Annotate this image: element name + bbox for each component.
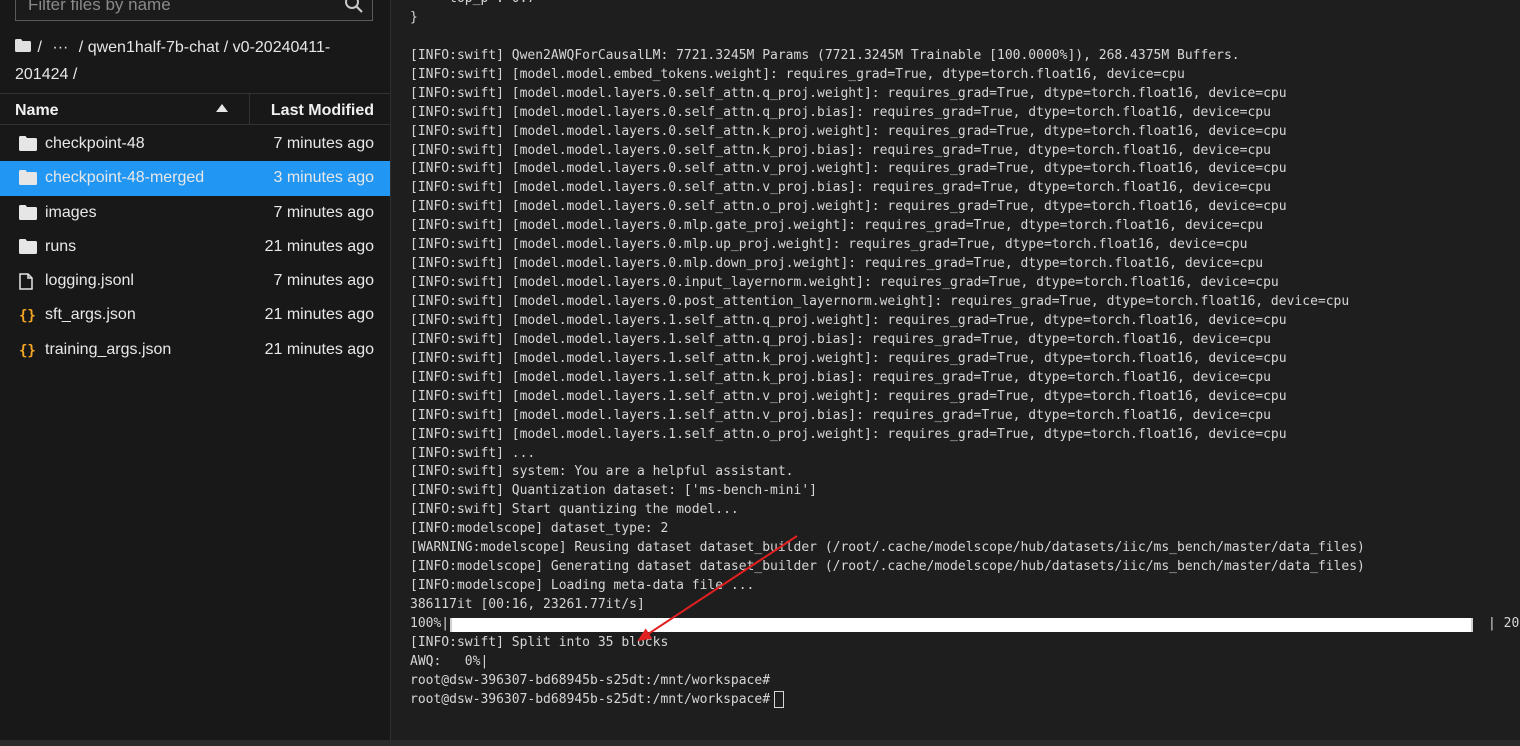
file-row[interactable]: checkpoint-48 7 minutes ago xyxy=(0,127,390,161)
terminal-line: root@dsw-396307-bd68945b-s25dt:/mnt/work… xyxy=(410,672,1365,691)
progress-total: | 2000 xyxy=(1488,615,1520,631)
file-row[interactable]: runs 21 minutes ago xyxy=(0,230,390,264)
terminal-line: [INFO:swift] [model.model.layers.0.self_… xyxy=(410,180,1271,196)
terminal-line-text: [INFO:swift] Split into 35 blocks xyxy=(410,634,669,650)
terminal-line: [INFO:swift] [model.model.layers.0.self_… xyxy=(410,123,1287,139)
terminal-line: [INFO:swift] [model.model.layers.1.self_… xyxy=(410,331,1271,347)
terminal-line: [INFO:swift] [model.model.layers.0.post_… xyxy=(410,294,1350,309)
file-name: sft_args.json xyxy=(45,306,136,324)
terminal-cursor xyxy=(774,690,785,708)
file-row[interactable]: checkpoint-48-merged 3 minutes ago xyxy=(0,161,390,196)
terminal-line: [INFO:swift] Start quantizing the model.… xyxy=(410,502,739,518)
terminal-line: [INFO:swift] [model.model.layers.0.input… xyxy=(410,275,1279,291)
terminal-line: [INFO:swift] [model.model.layers.0.self_… xyxy=(410,85,1287,101)
file-name: training_args.json xyxy=(45,340,172,358)
terminal-line: [INFO:swift] [model.model.layers.0.self_… xyxy=(410,199,1287,215)
terminal-line: [INFO:swift] [model.model.layers.0.self_… xyxy=(410,161,1287,177)
progress-bar xyxy=(450,617,1473,632)
terminal-line: [INFO:modelscope] Generating dataset dat… xyxy=(410,559,1365,575)
terminal-line: [INFO:swift] Split into 35 blocks xyxy=(410,634,1365,653)
file-modified: 21 minutes ago xyxy=(264,237,374,255)
terminal-line: [INFO:swift] [model.model.layers.1.self_… xyxy=(410,407,1271,423)
file-modified: 7 minutes ago xyxy=(273,135,374,152)
file-row[interactable]: logging.jsonl 7 minutes ago xyxy=(0,264,390,298)
folder-icon xyxy=(19,238,37,255)
terminal-line: 386117it [00:16, 23261.77it/s] xyxy=(410,597,645,612)
breadcrumb: / ··· / qwen1half-7b-chat / v0-20240411-… xyxy=(15,34,375,88)
file-modified: 7 minutes ago xyxy=(273,203,374,221)
terminal-panel[interactable]: "top_p": 0.7} [INFO:swift] Qwen2AWQForCau… xyxy=(391,0,1520,746)
column-header-last-modified[interactable]: Last Modified xyxy=(271,102,374,120)
terminal-line: [INFO:swift] ... xyxy=(410,445,536,461)
json-file-icon: {} xyxy=(19,307,37,324)
terminal-line: [INFO:swift] [model.model.layers.1.self_… xyxy=(410,426,1287,442)
terminal-line: [INFO:swift] [model.model.layers.0.self_… xyxy=(410,104,1271,120)
terminal-line-text: root@dsw-396307-bd68945b-s25dt:/mnt/work… xyxy=(410,672,771,688)
folder-icon xyxy=(19,204,37,221)
terminal-line: [WARNING:modelscope] Reusing dataset dat… xyxy=(410,540,1365,556)
terminal-line: [INFO:swift] [model.model.layers.0.mlp.g… xyxy=(410,218,1264,234)
terminal-line: [INFO:swift] [model.model.layers.1.self_… xyxy=(410,369,1271,385)
file-name: logging.jsonl xyxy=(45,272,134,290)
terminal-line-text: AWQ: 0%| xyxy=(410,653,489,669)
json-file-icon: {} xyxy=(19,342,37,359)
svg-text:{}: {} xyxy=(19,308,36,323)
terminal-line: [INFO:modelscope] dataset_type: 2 xyxy=(410,521,669,537)
terminal-line: [INFO:swift] [model.model.layers.0.mlp.d… xyxy=(410,256,1264,272)
terminal-line: root@dsw-396307-bd68945b-s25dt:/mnt/work… xyxy=(410,690,1365,710)
terminal-line: } xyxy=(410,9,418,25)
file-name: checkpoint-48 xyxy=(45,135,145,152)
terminal-line: [INFO:swift] [model.model.layers.1.self_… xyxy=(410,388,1287,404)
search-icon[interactable] xyxy=(344,0,364,14)
file-modified: 21 minutes ago xyxy=(264,306,374,324)
terminal-line: [INFO:swift] Qwen2AWQForCausalLM: 7721.3… xyxy=(410,47,1240,63)
terminal-line: [INFO:swift] [model.model.layers.1.self_… xyxy=(410,350,1287,366)
column-divider[interactable] xyxy=(249,94,250,125)
terminal-line: [INFO:swift] system: You are a helpful a… xyxy=(410,464,794,480)
terminal-line: [INFO:swift] [model.model.embed_tokens.w… xyxy=(410,66,1185,82)
search-field[interactable] xyxy=(15,0,373,21)
column-header-name[interactable]: Name xyxy=(15,102,59,120)
terminal-line-text: root@dsw-396307-bd68945b-s25dt:/mnt/work… xyxy=(410,691,771,707)
svg-text:{}: {} xyxy=(19,343,36,358)
file-name: runs xyxy=(45,237,77,255)
terminal-line: [INFO:swift] [model.model.layers.0.self_… xyxy=(410,142,1271,158)
progress-percent: 100%| xyxy=(410,615,450,631)
progress-line: 100%| | 2000 xyxy=(410,615,1520,634)
folder-icon xyxy=(19,170,37,186)
sort-ascending-icon[interactable] xyxy=(216,104,228,112)
file-browser-sidebar: / ··· / qwen1half-7b-chat / v0-20240411-… xyxy=(0,0,391,746)
terminal-output: "top_p": 0.7} [INFO:swift] Qwen2AWQForCau… xyxy=(410,0,1520,710)
breadcrumb-ellipsis[interactable]: ··· xyxy=(52,39,68,56)
file-modified: 7 minutes ago xyxy=(273,272,374,290)
file-row[interactable]: {} training_args.json 21 minutes ago xyxy=(0,333,390,367)
file-name: checkpoint-48-merged xyxy=(45,169,205,187)
terminal-line: AWQ: 0%| xyxy=(410,653,1365,672)
breadcrumb-root[interactable]: / xyxy=(37,39,41,56)
terminal-line: [INFO:swift] [model.model.layers.0.mlp.u… xyxy=(410,237,1248,253)
search-input[interactable] xyxy=(28,0,338,20)
terminal-line: "top_p": 0.7 xyxy=(410,0,1365,9)
terminal-line: [INFO:swift] [model.model.layers.1.self_… xyxy=(410,312,1287,328)
file-list-header: Name Last Modified xyxy=(0,93,390,125)
terminal-line: [INFO:modelscope] Loading meta-data file… xyxy=(410,578,755,594)
file-icon xyxy=(19,273,37,290)
file-name: images xyxy=(45,203,97,221)
folder-icon xyxy=(19,136,37,152)
file-modified: 21 minutes ago xyxy=(264,340,374,358)
file-row[interactable]: {} sft_args.json 21 minutes ago xyxy=(0,298,390,332)
file-list: checkpoint-48 7 minutes ago checkpoint-48-… xyxy=(0,127,390,367)
folder-icon[interactable] xyxy=(15,34,31,61)
terminal-line: [INFO:swift] Quantization dataset: ['ms-… xyxy=(410,483,817,499)
file-modified: 3 minutes ago xyxy=(273,169,374,187)
status-strip xyxy=(0,740,1520,746)
file-row[interactable]: images 7 minutes ago xyxy=(0,196,390,230)
